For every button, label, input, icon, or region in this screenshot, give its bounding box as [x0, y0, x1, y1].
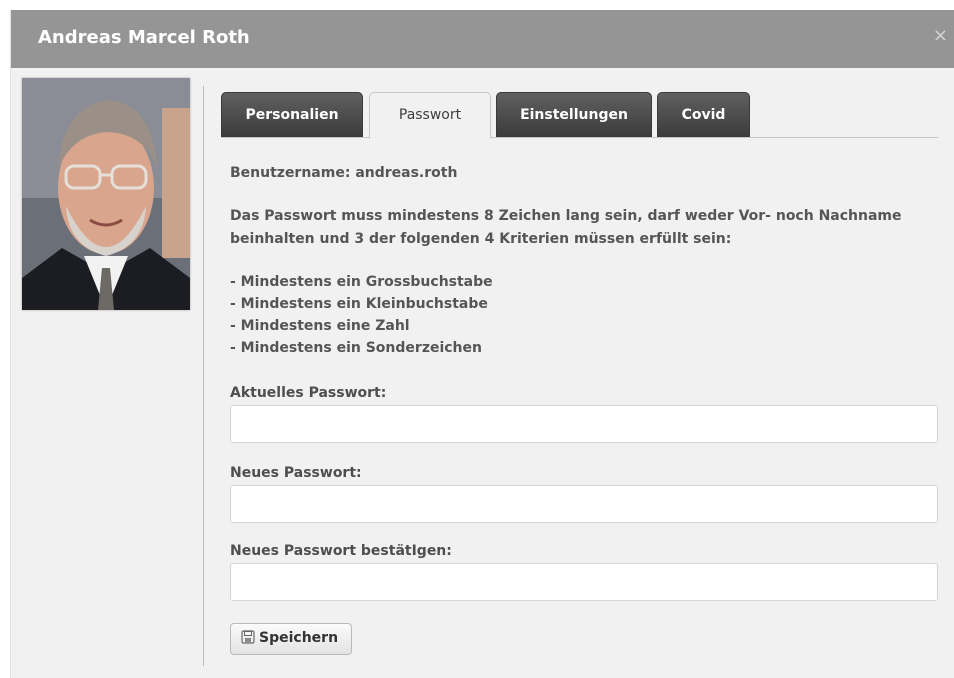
current-password-field[interactable] — [230, 405, 938, 443]
tab-einstellungen[interactable]: Einstellungen — [496, 92, 652, 137]
user-dialog: Andreas Marcel Roth × Personalien Passwo… — [10, 10, 954, 678]
rule-item: - Mindestens ein Grossbuchstabe — [230, 274, 493, 290]
rules-intro-line1: Das Passwort muss mindestens 8 Zeichen l… — [230, 208, 902, 224]
save-button[interactable]: Speichern — [230, 623, 352, 655]
username-line: Benutzername: andreas.roth — [230, 165, 457, 181]
username-label: Benutzername: — [230, 165, 351, 181]
save-button-label: Speichern — [259, 630, 339, 646]
rule-item: - Mindestens eine Zahl — [230, 318, 410, 334]
save-icon — [241, 630, 255, 648]
rule-item: - Mindestens ein Kleinbuchstabe — [230, 296, 488, 312]
new-password-label: Neues Passwort: — [230, 465, 362, 481]
profile-photo — [22, 78, 190, 310]
new-password-field[interactable] — [230, 485, 938, 523]
divider — [203, 86, 204, 666]
current-password-label: Aktuelles Passwort: — [230, 385, 387, 401]
tab-covid[interactable]: Covid — [657, 92, 750, 137]
dialog-titlebar: Andreas Marcel Roth × — [11, 10, 954, 68]
rule-item: - Mindestens ein Sonderzeichen — [230, 340, 482, 356]
confirm-password-field[interactable] — [230, 563, 938, 601]
close-icon[interactable]: × — [933, 25, 948, 46]
confirm-password-label: Neues Passwort bestätIgen: — [230, 543, 452, 559]
tab-bar: Personalien Passwort Einstellungen Covid — [221, 91, 938, 139]
rules-intro-line2: beinhalten und 3 der folgenden 4 Kriteri… — [230, 231, 732, 247]
tab-passwort[interactable]: Passwort — [369, 92, 491, 139]
dialog-title: Andreas Marcel Roth — [38, 27, 250, 48]
tab-personalien[interactable]: Personalien — [221, 92, 363, 137]
username-value: andreas.roth — [355, 165, 458, 181]
